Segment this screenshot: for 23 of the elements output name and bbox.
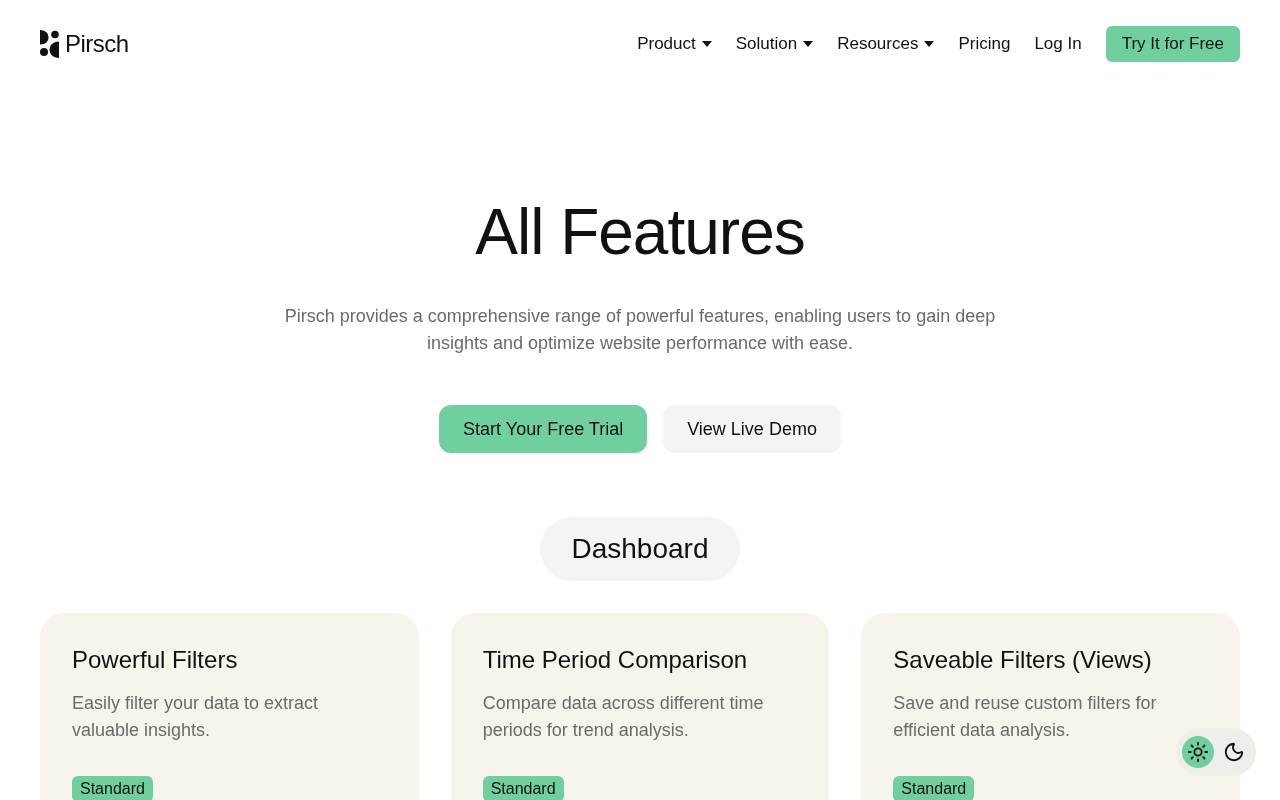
card-title: Powerful Filters: [72, 645, 239, 675]
sun-icon[interactable]: [1182, 736, 1214, 768]
section-title: Dashboard: [539, 517, 741, 581]
plan-badge: Standard: [893, 776, 975, 800]
card-title: Saveable Filters (Views): [893, 645, 1153, 675]
start-trial-button[interactable]: Start Your Free Trial: [439, 405, 648, 453]
plan-badge: Standard: [72, 776, 153, 800]
nav-link[interactable]: Solution: [735, 31, 814, 57]
card-description: Save and reuse custom filters for efficient data analysis.: [893, 692, 1158, 742]
nav-link[interactable]: Log In: [1034, 31, 1082, 57]
live-demo-button[interactable]: View Live Demo: [663, 405, 841, 453]
plan-badge: Standard: [482, 776, 564, 800]
try-free-button[interactable]: Try It for Free: [1105, 26, 1240, 62]
page-description: Pirsch provides a comprehensive range of powerful features, enabling users to gain deep insights and optimize website performance with ease.: [283, 305, 997, 355]
card-description: Easily filter your data to extract valuable insights.: [72, 692, 320, 742]
page-title: All Features: [475, 197, 805, 267]
nav-link[interactable]: Resources: [837, 31, 935, 57]
logo-text[interactable]: Pirsch: [65, 32, 129, 56]
logo-icon: [40, 30, 59, 58]
card-title: Time Period Comparison: [482, 645, 749, 675]
card-description: Compare data across different time periods for trend analysis.: [482, 692, 765, 742]
nav-link[interactable]: Pricing: [958, 31, 1011, 57]
nav-link[interactable]: Product: [637, 31, 712, 57]
